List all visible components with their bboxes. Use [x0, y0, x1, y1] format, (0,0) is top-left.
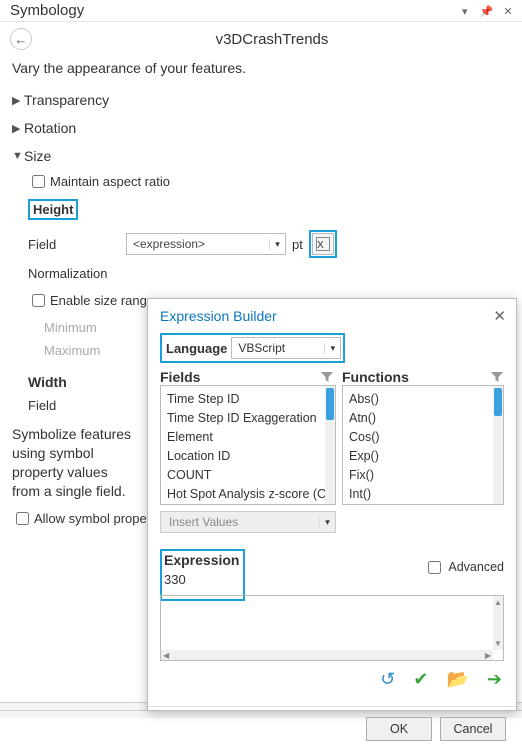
- maintain-aspect-label: Maintain aspect ratio: [50, 174, 170, 189]
- language-label: Language: [164, 341, 231, 356]
- expression-highlight: Expression 330: [160, 549, 245, 601]
- list-item[interactable]: Fix(): [349, 466, 487, 485]
- unit-label: pt: [292, 237, 303, 252]
- list-item[interactable]: Abs(): [349, 390, 487, 409]
- title-row: ← v3DCrashTrends: [0, 22, 522, 54]
- scrollbar-horizontal[interactable]: ◀▶: [161, 650, 493, 660]
- normalization-label: Normalization: [28, 266, 126, 281]
- list-item[interactable]: Cos(): [349, 428, 487, 447]
- list-item[interactable]: Time Step ID: [167, 390, 319, 409]
- language-value: VBScript: [232, 341, 324, 355]
- allow-symbol-property-checkbox[interactable]: [16, 512, 29, 525]
- expression-button[interactable]: X: [312, 233, 334, 255]
- height-heading: Height: [28, 199, 78, 220]
- minimum-label: Minimum: [44, 320, 142, 335]
- instruction-text: Vary the appearance of your features.: [0, 54, 522, 86]
- scrollbar[interactable]: [493, 386, 503, 504]
- height-field-dropdown[interactable]: <expression> ▾: [126, 233, 286, 255]
- close-icon[interactable]: ✕: [493, 307, 506, 325]
- cancel-button[interactable]: Cancel: [440, 717, 506, 741]
- export-icon[interactable]: ➔: [487, 669, 502, 690]
- list-item[interactable]: Atn(): [349, 409, 487, 428]
- ok-button[interactable]: OK: [366, 717, 432, 741]
- transparency-label: Transparency: [24, 92, 109, 108]
- size-section[interactable]: ▼ Size: [0, 142, 522, 170]
- list-item[interactable]: Int(): [349, 485, 487, 504]
- filter-icon[interactable]: [320, 370, 334, 384]
- dropdown-icon[interactable]: ▾: [457, 5, 473, 18]
- language-highlight: Language VBScript ▾: [160, 333, 345, 363]
- close-pane-icon[interactable]: ✕: [500, 5, 516, 18]
- fields-listbox[interactable]: Time Step ID Time Step ID Exaggeration E…: [160, 385, 336, 505]
- rotation-section[interactable]: ▶ Rotation: [0, 114, 522, 142]
- list-item[interactable]: Time Step ID Exaggeration: [167, 409, 319, 428]
- chevron-right-icon: ▶: [12, 122, 24, 135]
- pin-icon[interactable]: 📌: [478, 5, 494, 18]
- list-item[interactable]: Exp(): [349, 447, 487, 466]
- enable-size-range-checkbox[interactable]: [32, 294, 45, 307]
- svg-text:X: X: [317, 240, 324, 251]
- back-button[interactable]: ←: [10, 28, 32, 50]
- insert-values-label: Insert Values: [161, 515, 319, 529]
- height-field-value: <expression>: [127, 237, 269, 251]
- functions-listbox[interactable]: Abs() Atn() Cos() Exp() Fix() Int(): [342, 385, 504, 505]
- pane-header: Symbology ▾ 📌 ✕: [0, 0, 522, 22]
- filter-icon[interactable]: [490, 370, 504, 384]
- advanced-checkbox[interactable]: [428, 561, 441, 574]
- list-item[interactable]: Hot Spot Analysis z-score (COU: [167, 485, 319, 504]
- chevron-right-icon: ▶: [12, 94, 24, 107]
- scrollbar-vertical[interactable]: ▲▼: [493, 596, 503, 650]
- size-label: Size: [24, 148, 51, 164]
- enable-size-range-label: Enable size range: [50, 293, 154, 308]
- scrollbar[interactable]: [325, 386, 335, 504]
- expression-label: Expression: [164, 552, 239, 568]
- chevron-down-icon: ▾: [324, 343, 340, 354]
- chevron-down-icon: ▾: [319, 517, 335, 528]
- insert-values-dropdown[interactable]: Insert Values ▾: [160, 511, 336, 533]
- pane-title: Symbology: [10, 2, 84, 19]
- expression-button-highlight: X: [309, 230, 337, 258]
- dialog-title: Expression Builder: [160, 308, 277, 324]
- field-label: Field: [28, 237, 126, 252]
- undo-icon[interactable]: ↺: [380, 669, 395, 690]
- list-item[interactable]: Element: [167, 428, 319, 447]
- rotation-label: Rotation: [24, 120, 76, 136]
- expression-value-preview: 330: [164, 572, 186, 587]
- language-dropdown[interactable]: VBScript ▾: [231, 337, 341, 359]
- maximum-label: Maximum: [44, 343, 142, 358]
- folder-open-icon[interactable]: 📂: [446, 669, 468, 690]
- maintain-aspect-checkbox[interactable]: [32, 175, 45, 188]
- expression-textarea[interactable]: ◀▶ ▲▼: [160, 595, 504, 661]
- list-item[interactable]: Location ID: [167, 447, 319, 466]
- fields-heading: Fields: [160, 369, 320, 385]
- bottom-description: Symbolize features using symbol property…: [0, 417, 150, 507]
- fx-icon: X: [316, 237, 330, 251]
- layer-title: v3DCrashTrends: [32, 31, 512, 48]
- list-item[interactable]: COUNT: [167, 466, 319, 485]
- advanced-label: Advanced: [448, 560, 504, 574]
- chevron-down-icon: ▼: [12, 150, 24, 162]
- expression-builder-dialog: Expression Builder ✕ Language VBScript ▾…: [147, 298, 517, 711]
- chevron-down-icon: ▾: [269, 239, 285, 250]
- transparency-section[interactable]: ▶ Transparency: [0, 86, 522, 114]
- verify-icon[interactable]: ✔: [413, 669, 428, 690]
- functions-heading: Functions: [342, 369, 490, 385]
- width-field-label: Field: [28, 398, 126, 413]
